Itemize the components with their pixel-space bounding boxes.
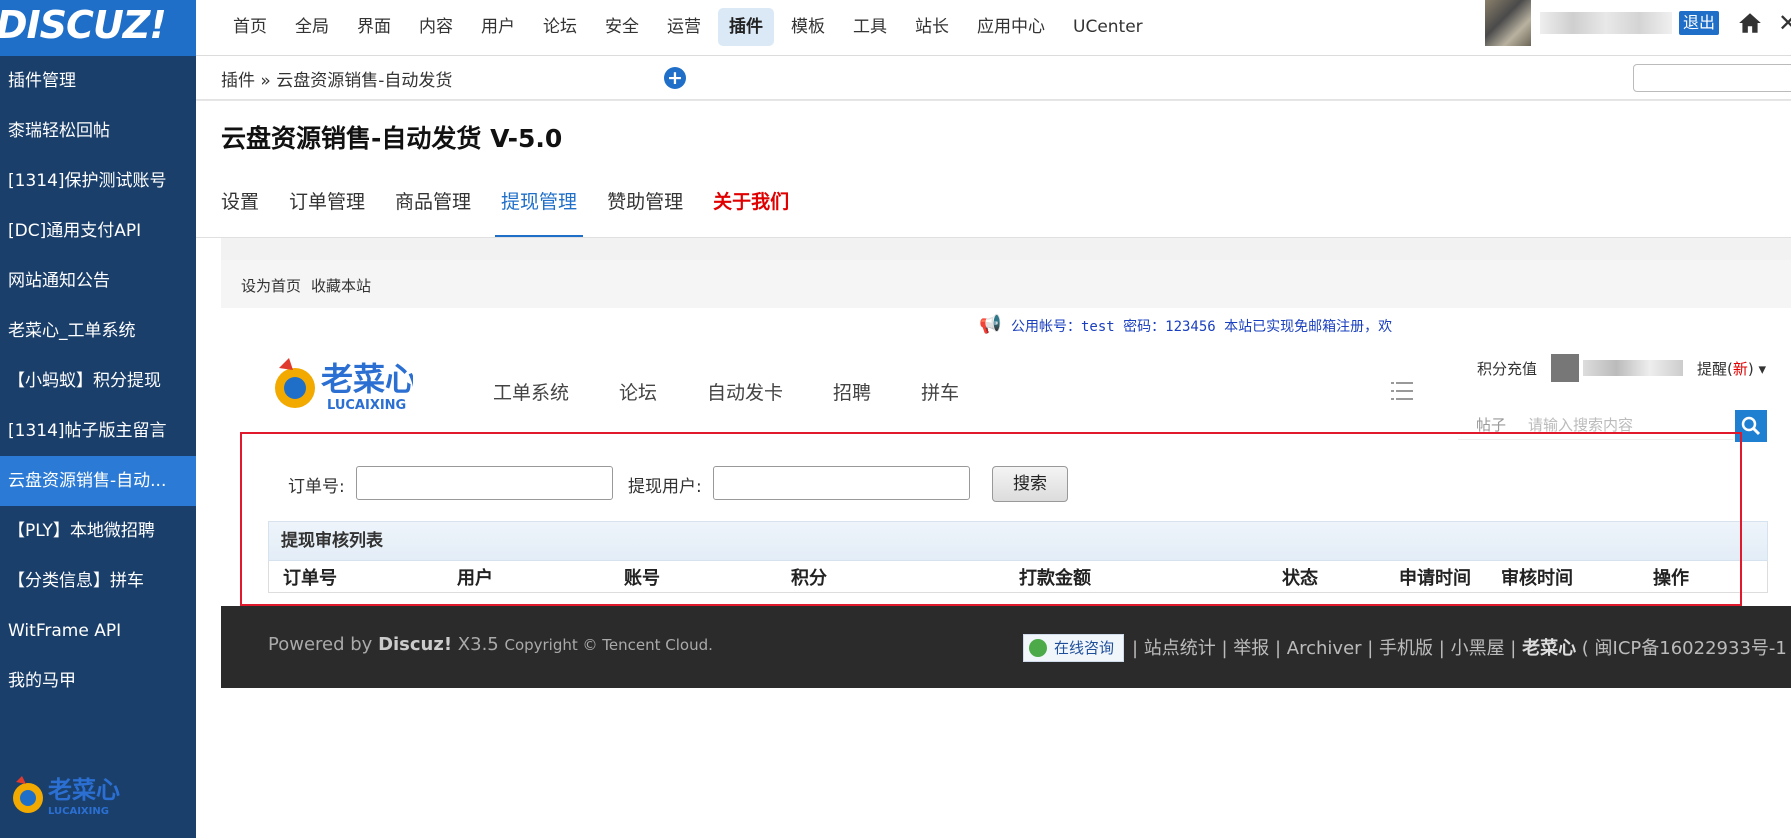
top-nav-item[interactable]: 工具 — [842, 8, 898, 46]
content-bottom — [221, 688, 1791, 838]
site-nav-item[interactable]: 论坛 — [619, 378, 657, 405]
svg-text:LUCAIXING: LUCAIXING — [48, 806, 109, 817]
site-nav-item[interactable]: 拼车 — [921, 378, 959, 405]
content-padding — [196, 238, 221, 838]
top-nav-item[interactable]: 插件 — [718, 8, 774, 46]
set-homepage-link[interactable]: 设为首页 — [241, 275, 301, 296]
tab[interactable]: 提现管理 — [495, 177, 584, 237]
top-nav-item[interactable]: 内容 — [408, 8, 464, 46]
tab[interactable]: 商品管理 — [389, 177, 477, 237]
site-nav-item[interactable]: 自动发卡 — [707, 378, 783, 405]
top-nav-item[interactable]: 模板 — [780, 8, 836, 46]
add-shortcut-icon[interactable]: + — [664, 67, 686, 89]
sidebar: 插件管理 桼瑞轻松回帖 [1314]保护测试账号 [DC]通用支付API 网站通知公告老… — [0, 56, 196, 838]
top-bar: DISCUZ! 首页 全局 界面 内容 用户 论坛 安全 运营 插件 模板 工具 站长 应用中心 UCen… — [0, 0, 1791, 56]
site-username-blurred[interactable] — [1583, 360, 1684, 376]
quick-links: 设为首页 收藏本站 — [221, 260, 1791, 308]
top-nav-item[interactable]: 首页 — [222, 8, 278, 46]
highlight-box — [240, 432, 1742, 606]
tab[interactable]: 关于我们 — [707, 177, 795, 237]
site-logo[interactable]: 老菜心 LUCAIXING — [271, 354, 413, 416]
lucaixing-logo: 老菜心 LUCAIXING — [13, 776, 120, 817]
top-nav-item[interactable]: 应用中心 — [966, 8, 1056, 46]
site-avatar[interactable] — [1551, 354, 1580, 382]
top-nav-item[interactable]: 运营 — [656, 8, 712, 46]
admin-search-input[interactable] — [1633, 64, 1791, 92]
sidebar-list: 插件管理 桼瑞轻松回帖 [1314]保护测试账号 [DC]通用支付API 网站通知公告老… — [0, 56, 196, 706]
top-nav-item[interactable]: 论坛 — [532, 8, 588, 46]
sidebar-item[interactable]: 【分类信息】拼车 — [0, 556, 196, 606]
top-nav-item[interactable]: 界面 — [346, 8, 402, 46]
tab[interactable]: 赞助管理 — [601, 177, 689, 237]
sidebar-item[interactable]: 【小蚂蚁】积分提现 — [0, 356, 196, 406]
plugin-tabs: 设置 订单管理 商品管理 提现管理 赞助管理 关于我们 — [215, 177, 813, 237]
svg-text:LUCAIXING: LUCAIXING — [327, 398, 406, 413]
site-nav-item[interactable]: 工单系统 — [493, 378, 569, 405]
top-nav-item[interactable]: UCenter — [1062, 8, 1154, 46]
site-user-bar: 积分充值 提醒(新) ▾ — [1477, 354, 1766, 382]
username-blurred[interactable] — [1540, 12, 1672, 34]
sidebar-item[interactable]: [1314]保护测试账号 — [0, 156, 196, 206]
logout-button[interactable]: 退出 — [1679, 11, 1720, 35]
close-icon[interactable]: ✕ — [1778, 9, 1791, 37]
home-icon[interactable] — [1737, 10, 1763, 36]
sidebar-item[interactable]: 网站通知公告 — [0, 256, 196, 306]
sidebar-item[interactable]: 插件管理 — [0, 56, 196, 106]
top-nav-item[interactable]: 安全 — [594, 8, 650, 46]
sidebar-item[interactable]: 我的马甲 — [0, 656, 196, 706]
site-nav: 工单系统 论坛 自动发卡 招聘 拼车 — [493, 378, 1009, 405]
bookmark-site-link[interactable]: 收藏本站 — [311, 275, 371, 296]
tab[interactable]: 设置 — [215, 177, 265, 237]
site-footer: Powered by Discuz! X3.5 Copyright © Tenc… — [221, 606, 1791, 688]
breadcrumb[interactable]: 插件 » 云盘资源销售-自动发货 — [221, 66, 452, 91]
svg-text:老菜心: 老菜心 — [321, 360, 413, 398]
footer-links[interactable]: | 站点统计 | 举报 | Archiver | 手机版 | 小黑屋 | 老菜心… — [1132, 634, 1791, 660]
sidebar-item[interactable]: 老菜心_工单系统 — [0, 306, 196, 356]
main-nav: 首页 全局 界面 内容 用户 论坛 安全 运营 插件 模板 工具 站长 应用中心 UCenter — [222, 8, 1160, 46]
sidebar-item[interactable]: [DC]通用支付API — [0, 206, 196, 256]
site-notice[interactable]: 公用帐号：test 密码：123456 本站已实现免邮箱注册，欢 — [1011, 316, 1411, 336]
online-consult-button[interactable]: 在线咨询 — [1023, 634, 1124, 662]
megaphone-icon: 📢 — [979, 314, 1002, 335]
chat-icon — [1029, 639, 1047, 657]
site-nav-item[interactable]: 招聘 — [833, 378, 871, 405]
top-nav-item[interactable]: 全局 — [284, 8, 340, 46]
powered-by: Powered by Discuz! X3.5 Copyright © Tenc… — [268, 634, 713, 655]
menu-icon[interactable] — [1391, 380, 1413, 402]
avatar[interactable] — [1485, 0, 1531, 46]
discuz-logo[interactable]: DISCUZ! — [0, 0, 196, 56]
top-nav-item[interactable]: 站长 — [904, 8, 960, 46]
remind-link[interactable]: 提醒(新) ▾ — [1697, 358, 1766, 379]
recharge-link[interactable]: 积分充值 — [1477, 358, 1537, 379]
sidebar-item[interactable]: 桼瑞轻松回帖 — [0, 106, 196, 156]
breadcrumb-bar: 插件 » 云盘资源销售-自动发货 + — [196, 56, 1791, 100]
page-title: 云盘资源销售-自动发货 V-5.0 — [221, 124, 563, 153]
sidebar-item[interactable]: 云盘资源销售-自动... — [0, 456, 196, 506]
tab[interactable]: 订单管理 — [283, 177, 371, 237]
top-nav-item[interactable]: 用户 — [470, 8, 526, 46]
plugin-header: 云盘资源销售-自动发货 V-5.0 设置 订单管理 商品管理 提现管理 赞助管理 关于我们 — [196, 101, 1791, 238]
sidebar-item[interactable]: WitFrame API — [0, 606, 196, 656]
sidebar-item[interactable]: 【PLY】本地微招聘 — [0, 506, 196, 556]
svg-text:老菜心: 老菜心 — [48, 776, 120, 804]
sidebar-item[interactable]: [1314]帖子版主留言 — [0, 406, 196, 456]
